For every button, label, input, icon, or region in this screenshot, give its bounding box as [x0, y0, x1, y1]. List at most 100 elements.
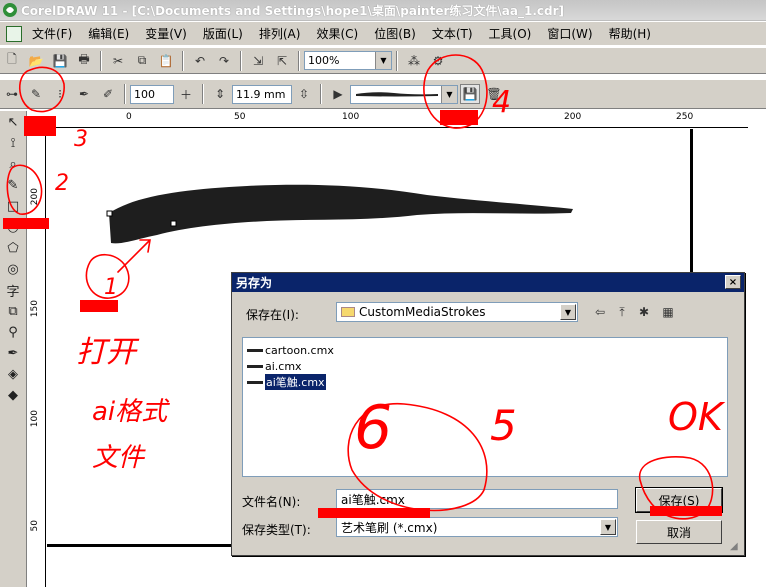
ruler-label: 100: [30, 410, 40, 428]
title-bar: CorelDRAW 11 - [C:\Documents and Setting…: [0, 0, 766, 21]
close-icon[interactable]: ×: [725, 275, 741, 289]
view-menu-icon[interactable]: ▦: [658, 302, 678, 322]
menu-arrange[interactable]: 排列(A): [259, 25, 301, 42]
pick-tool-icon[interactable]: ↖: [2, 112, 24, 132]
polygon-tool-icon[interactable]: ⬠: [2, 238, 24, 258]
menu-bar: 文件(F) 编辑(E) 变量(V) 版面(L) 排列(A) 效果(C) 位图(B…: [0, 22, 766, 46]
save-as-dialog: 另存为 × 保存在(I): CustomMediaStrokes ▼ ⇦ ⤒ ✱…: [231, 272, 745, 556]
up-folder-icon[interactable]: ⤒: [612, 302, 632, 322]
zoom-tool-icon[interactable]: ⌕: [2, 154, 24, 174]
interactive-tool-icon[interactable]: ⧉: [2, 301, 24, 321]
list-item[interactable]: ai.cmx: [247, 358, 723, 374]
file-name: ai笔触.cmx: [265, 374, 326, 390]
plus-icon[interactable]: ＋: [176, 84, 196, 104]
import-icon[interactable]: ⇲: [248, 51, 268, 71]
options-icon[interactable]: ⚙: [428, 51, 448, 71]
ruler-label: 50: [234, 112, 246, 122]
snap-icon[interactable]: ⁂: [404, 51, 424, 71]
resize-grip-icon[interactable]: ◢: [730, 541, 742, 553]
filetype-value: 艺术笔刷 (*.cmx): [341, 520, 438, 535]
menu-effects[interactable]: 效果(C): [316, 25, 358, 42]
vertical-ruler: 200 150 100 50: [28, 128, 46, 587]
chevron-down-icon[interactable]: ▼: [441, 85, 457, 103]
chevron-down-icon[interactable]: ▼: [560, 304, 576, 320]
menu-variables[interactable]: 变量(V): [145, 25, 187, 42]
save-in-value: CustomMediaStrokes: [359, 305, 486, 319]
filename-input[interactable]: ai笔触.cmx: [336, 489, 618, 509]
interactive-fill-icon[interactable]: ◆: [2, 385, 24, 405]
ruler-label: 200: [564, 112, 582, 122]
node-handle[interactable]: [106, 210, 113, 217]
preset-mode-icon[interactable]: ⊶: [2, 84, 22, 104]
file-list[interactable]: cartoon.cmx ai.cmx ai笔触.cmx: [242, 337, 728, 477]
smoothing-input[interactable]: 100: [130, 84, 174, 104]
freehand-tool-icon[interactable]: ✎: [2, 175, 24, 195]
save-icon[interactable]: 💾: [50, 51, 70, 71]
save-in-combo[interactable]: CustomMediaStrokes ▼: [336, 302, 578, 322]
stroke-preview-icon: [356, 92, 438, 97]
fill-tool-icon[interactable]: ◈: [2, 364, 24, 384]
width-input[interactable]: 11.9 mm: [232, 84, 292, 104]
text-tool-icon[interactable]: 字: [2, 280, 24, 300]
chevron-down-icon[interactable]: ▼: [375, 52, 391, 69]
export-icon[interactable]: ⇱: [272, 51, 292, 71]
back-icon[interactable]: ⇦: [590, 302, 610, 322]
cut-icon[interactable]: ✂: [108, 51, 128, 71]
outline-tool-icon[interactable]: ✒: [2, 343, 24, 363]
zoom-combo[interactable]: 100% ▼: [304, 51, 392, 70]
new-icon[interactable]: 🗋: [2, 51, 22, 71]
chevron-down-icon[interactable]: ▼: [600, 519, 616, 535]
print-icon[interactable]: 🖶: [74, 51, 94, 71]
brush-mode-icon[interactable]: ✎: [26, 84, 46, 104]
calligraphic-mode-icon[interactable]: ✒: [74, 84, 94, 104]
menu-layout[interactable]: 版面(L): [203, 25, 243, 42]
rectangle-tool-icon[interactable]: □: [2, 196, 24, 216]
save-button[interactable]: 保存(S): [635, 487, 723, 513]
document-icon[interactable]: [6, 25, 22, 42]
save-stroke-icon[interactable]: 💾: [460, 84, 480, 104]
coreldraw-app-icon: [3, 3, 17, 17]
spinner-icon[interactable]: ⇳: [294, 84, 314, 104]
new-folder-icon[interactable]: ✱: [634, 302, 654, 322]
menu-window[interactable]: 窗口(W): [547, 25, 592, 42]
zoom-value: 100%: [308, 54, 340, 67]
redo-icon[interactable]: ↷: [214, 51, 234, 71]
menu-help[interactable]: 帮助(H): [609, 25, 651, 42]
ellipse-tool-icon[interactable]: ○: [2, 217, 24, 237]
browse-icon[interactable]: ▶: [328, 84, 348, 104]
delete-stroke-icon[interactable]: 🗑: [484, 84, 504, 104]
toolbox: ↖ ⟟ ⌕ ✎ □ ○ ⬠ ◎ 字 ⧉ ⚲ ✒ ◈ ◆: [0, 111, 27, 587]
shape-tool-icon[interactable]: ⟟: [2, 133, 24, 153]
filetype-label: 保存类型(T):: [242, 523, 311, 537]
paste-icon[interactable]: 📋: [156, 51, 176, 71]
width-icon[interactable]: ⇕: [210, 84, 230, 104]
property-bar: ⊶ ✎ ⁝ ✒ ✐ 100 ＋ ⇕ 11.9 mm ⇳ ▶ ▼ 💾 🗑: [0, 79, 766, 109]
eyedropper-tool-icon[interactable]: ⚲: [2, 322, 24, 342]
ruler-label: 100: [342, 112, 360, 122]
menu-text[interactable]: 文本(T): [432, 25, 473, 42]
cancel-button[interactable]: 取消: [636, 520, 722, 544]
menu-edit[interactable]: 编辑(E): [88, 25, 129, 42]
menu-bitmap[interactable]: 位图(B): [374, 25, 416, 42]
stroke-file-icon: [247, 364, 263, 368]
menu-tools[interactable]: 工具(O): [489, 25, 532, 42]
copy-icon[interactable]: ⧉: [132, 51, 152, 71]
smoothing-value: 100: [134, 87, 155, 101]
menu-file[interactable]: 文件(F): [32, 25, 72, 42]
filetype-combo[interactable]: 艺术笔刷 (*.cmx) ▼: [336, 517, 618, 537]
sprayer-mode-icon[interactable]: ⁝: [50, 84, 70, 104]
ruler-label: 150: [30, 300, 40, 318]
list-item[interactable]: ai笔触.cmx: [247, 374, 723, 390]
ruler-label: 250: [676, 112, 694, 122]
stroke-list-combo[interactable]: ▼: [350, 84, 458, 104]
pressure-mode-icon[interactable]: ✐: [98, 84, 118, 104]
standard-toolbar: 🗋 📂 💾 🖶 ✂ ⧉ 📋 ↶ ↷ ⇲ ⇱ 100% ▼ ⁂ ⚙: [0, 47, 766, 74]
undo-icon[interactable]: ↶: [190, 51, 210, 71]
dialog-title-bar[interactable]: 另存为 ×: [232, 273, 744, 292]
spiral-tool-icon[interactable]: ◎: [2, 259, 24, 279]
node-handle[interactable]: [170, 220, 177, 227]
open-icon[interactable]: 📂: [26, 51, 46, 71]
list-item[interactable]: cartoon.cmx: [247, 342, 723, 358]
horizontal-ruler: 0 50 100 150 200 250: [28, 111, 748, 128]
dialog-title: 另存为: [236, 276, 273, 290]
